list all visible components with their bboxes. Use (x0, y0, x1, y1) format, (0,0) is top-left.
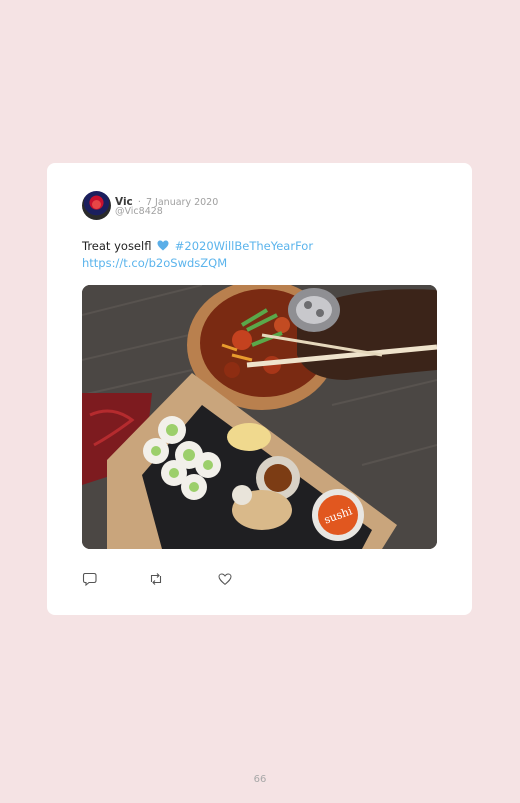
page-number: 66 (253, 774, 267, 785)
hashtag-link[interactable]: #2020WillBeTheYearFor (175, 239, 313, 253)
like-icon[interactable] (217, 571, 233, 587)
reply-icon[interactable] (82, 571, 98, 587)
tweet-text-plain: Treat yoselfl (82, 239, 152, 253)
tweet-photo[interactable]: sushi (82, 285, 437, 549)
blue-heart-icon (157, 239, 169, 255)
tweet-url-link[interactable]: https://t.co/b2oSwdsZQM (82, 256, 227, 270)
tweet-actions (82, 571, 282, 587)
author-handle[interactable]: @Vic8428 (115, 206, 163, 217)
tweet-card: Vic · 7 January 2020 @Vic8428 Treat yose… (47, 163, 472, 615)
retweet-icon[interactable] (148, 571, 164, 587)
avatar[interactable] (82, 191, 111, 220)
tweet-text: Treat yoselfl #2020WillBeTheYearFor http… (82, 238, 442, 271)
